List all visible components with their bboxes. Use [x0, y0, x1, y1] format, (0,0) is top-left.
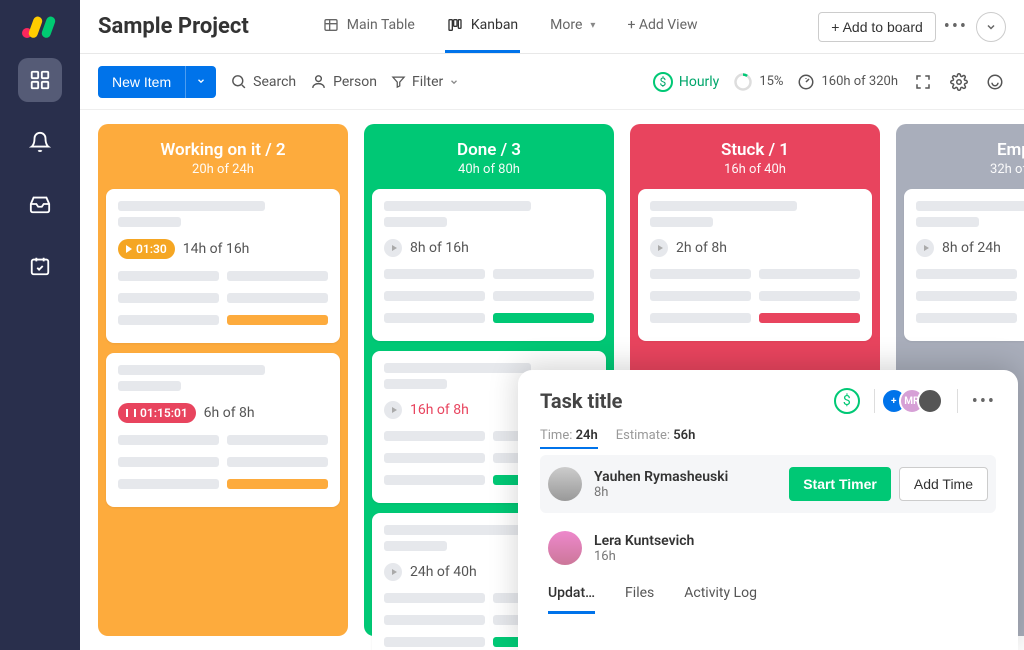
board-menu-icon[interactable]: ••• [944, 16, 968, 37]
panel-tab-activity[interactable]: Activity Log [684, 585, 757, 614]
tab-label: More [550, 17, 582, 33]
kanban-card[interactable]: 01:15:01 6h of 8h [106, 353, 340, 507]
kanban-card[interactable]: 8h of 24h [904, 189, 1024, 341]
column-title: Done / 3 [376, 140, 602, 160]
card-hours: 8h of 16h [410, 240, 469, 256]
assignees[interactable]: + MR [889, 388, 943, 414]
kanban-card[interactable]: 8h of 16h [372, 189, 606, 341]
person-row[interactable]: Yauhen Rymasheuski 8h Start Timer Add Ti… [540, 455, 996, 513]
separator [957, 389, 958, 413]
board-title: Sample Project [98, 14, 249, 39]
add-view-button[interactable]: + Add View [625, 0, 699, 53]
app-logo [20, 14, 60, 40]
new-item-button[interactable]: New Item [98, 66, 185, 98]
play-icon[interactable] [384, 401, 402, 419]
time-stat[interactable]: Time: 24h [540, 428, 598, 449]
add-time-button[interactable]: Add Time [899, 467, 988, 501]
filter-button[interactable]: Filter [391, 74, 459, 90]
tab-label: + Add View [627, 17, 697, 33]
hourly-indicator[interactable]: $ Hourly [653, 72, 719, 92]
search-button[interactable]: Search [230, 73, 296, 90]
tab-label: Kanban [471, 17, 518, 33]
gauge-icon [797, 73, 815, 91]
tool-label: Search [253, 74, 296, 90]
person-row[interactable]: Lera Kuntsevich 16h [540, 519, 996, 577]
separator [874, 389, 875, 413]
help-icon[interactable] [984, 71, 1006, 93]
chevron-down-icon: ▾ [590, 20, 595, 31]
inbox-icon[interactable] [18, 182, 62, 226]
person-hours: 8h [594, 485, 728, 500]
person-hours: 16h [594, 549, 694, 564]
tab-kanban[interactable]: Kanban [445, 0, 520, 53]
column-title: Empty [908, 140, 1024, 160]
column-subtitle: 20h of 24h [110, 162, 336, 177]
column-title: Stuck / 1 [642, 140, 868, 160]
play-icon[interactable] [916, 239, 934, 257]
tab-label: Main Table [347, 17, 415, 33]
card-hours: 8h of 24h [942, 240, 1001, 256]
estimate-stat: Estimate: 56h [616, 428, 696, 449]
billable-icon[interactable]: $ [834, 388, 860, 414]
play-icon[interactable] [384, 239, 402, 257]
column-subtitle: 16h of 40h [642, 162, 868, 177]
panel-tab-files[interactable]: Files [625, 585, 654, 614]
workspaces-icon[interactable] [18, 58, 62, 102]
add-to-board-button[interactable]: + Add to board [818, 12, 935, 42]
settings-icon[interactable] [948, 71, 970, 93]
side-rail [0, 0, 80, 650]
hourly-label: Hourly [679, 74, 719, 90]
card-hours: 24h of 40h [410, 564, 477, 580]
tool-label: Filter [412, 74, 443, 90]
tab-main-table[interactable]: Main Table [321, 0, 417, 53]
dollar-icon: $ [653, 72, 673, 92]
card-hours: 14h of 16h [183, 241, 250, 257]
tool-label: Person [333, 74, 377, 90]
fullscreen-icon[interactable] [912, 71, 934, 93]
person-name: Lera Kuntsevich [594, 533, 694, 549]
timer-pill[interactable]: 01:15:01 [118, 403, 196, 423]
hours-stat: 160h of 320h [797, 73, 898, 91]
my-work-icon[interactable] [18, 244, 62, 288]
avatar [548, 531, 582, 565]
column-title: Working on it / 2 [110, 140, 336, 160]
new-item-dropdown[interactable] [185, 66, 216, 98]
notifications-icon[interactable] [18, 120, 62, 164]
card-hours: 2h of 8h [676, 240, 727, 256]
progress-ring-icon [733, 72, 753, 92]
person-filter-button[interactable]: Person [310, 73, 377, 90]
percent-stat: 15% [733, 72, 783, 92]
collapse-icon[interactable] [976, 12, 1006, 42]
play-icon[interactable] [384, 563, 402, 581]
timer-pill[interactable]: 01:30 [118, 239, 175, 259]
panel-tab-updates[interactable]: Updat… [548, 585, 595, 614]
kanban-card[interactable]: 01:30 14h of 16h [106, 189, 340, 343]
start-timer-button[interactable]: Start Timer [789, 467, 891, 501]
card-hours: 16h of 8h [410, 402, 469, 418]
person-name: Yauhen Rymasheuski [594, 469, 728, 485]
avatar [917, 388, 943, 414]
column-subtitle: 40h of 80h [376, 162, 602, 177]
kanban-card[interactable]: 2h of 8h [638, 189, 872, 341]
chevron-down-icon [449, 77, 459, 87]
card-hours: 6h of 8h [204, 405, 255, 421]
task-menu-icon[interactable]: ••• [972, 391, 996, 412]
column-subtitle: 32h of 80h [908, 162, 1024, 177]
task-title[interactable]: Task title [540, 389, 622, 413]
play-icon[interactable] [650, 239, 668, 257]
avatar [548, 467, 582, 501]
topbar: Sample Project Main Table Kanban More ▾ … [80, 0, 1024, 54]
tab-more[interactable]: More ▾ [548, 0, 597, 53]
task-panel: Task title $ + MR ••• Time: 24h Estimate… [518, 370, 1018, 650]
kanban-column: Working on it / 2 20h of 24h 01:30 14h of … [98, 124, 348, 636]
board-toolbar: New Item Search Person Filter $ [80, 54, 1024, 110]
